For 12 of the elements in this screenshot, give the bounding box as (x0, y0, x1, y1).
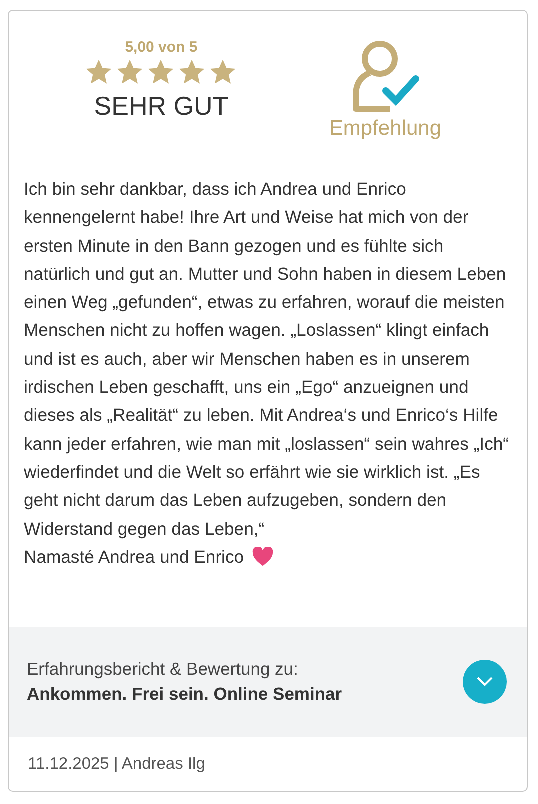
rating-score: 5,00 von 5 (125, 39, 198, 56)
expand-button[interactable] (463, 660, 507, 704)
product-name: Ankommen. Frei sein. Online Seminar (27, 684, 342, 705)
recommendation-label: Empfehlung (329, 117, 442, 141)
heart-icon (252, 547, 274, 567)
product-caption: Erfahrungsbericht & Bewertung zu: (27, 659, 300, 680)
chevron-down-icon (476, 676, 494, 688)
review-text: Namasté Andrea und Enrico (24, 546, 244, 569)
person-check-icon (350, 39, 420, 113)
rating-verdict: SEHR GUT (94, 91, 229, 122)
review-meta: 11.12.2025 | Andreas Ilg (28, 754, 206, 774)
review-text: Ich bin sehr dankbar, dass ich Andrea und Enrico kennengelernt habe! Ihre Art und Weise hat mich von der ersten Minute in den Bann gezogen und es fühlte sich natürlich und gut an. Mutter und Sohn haben in diesem Leben einen Weg „gefunden“, etwas zu erfahren, worauf die meisten Menschen nicht zu hoffen wagen. „Loslassen“ klingt einfach und ist es auch, aber wir Menschen haben es in unserem irdischen Leben geschafft, uns ein „Ego“ anzueignen und dieses als „Realität“ zu leben. Mit Andrea‘s und Enrico‘s Hilfe kann jeder erfahren, wie man mit „loslassen“ sein wahres „Ich“ wiederfindet und die Welt so erfährt wie sie wirklich ist. „Es geht nicht darum das Leben aufzugeben, sondern den Widerstand gegen das Leben,“ (24, 178, 510, 541)
